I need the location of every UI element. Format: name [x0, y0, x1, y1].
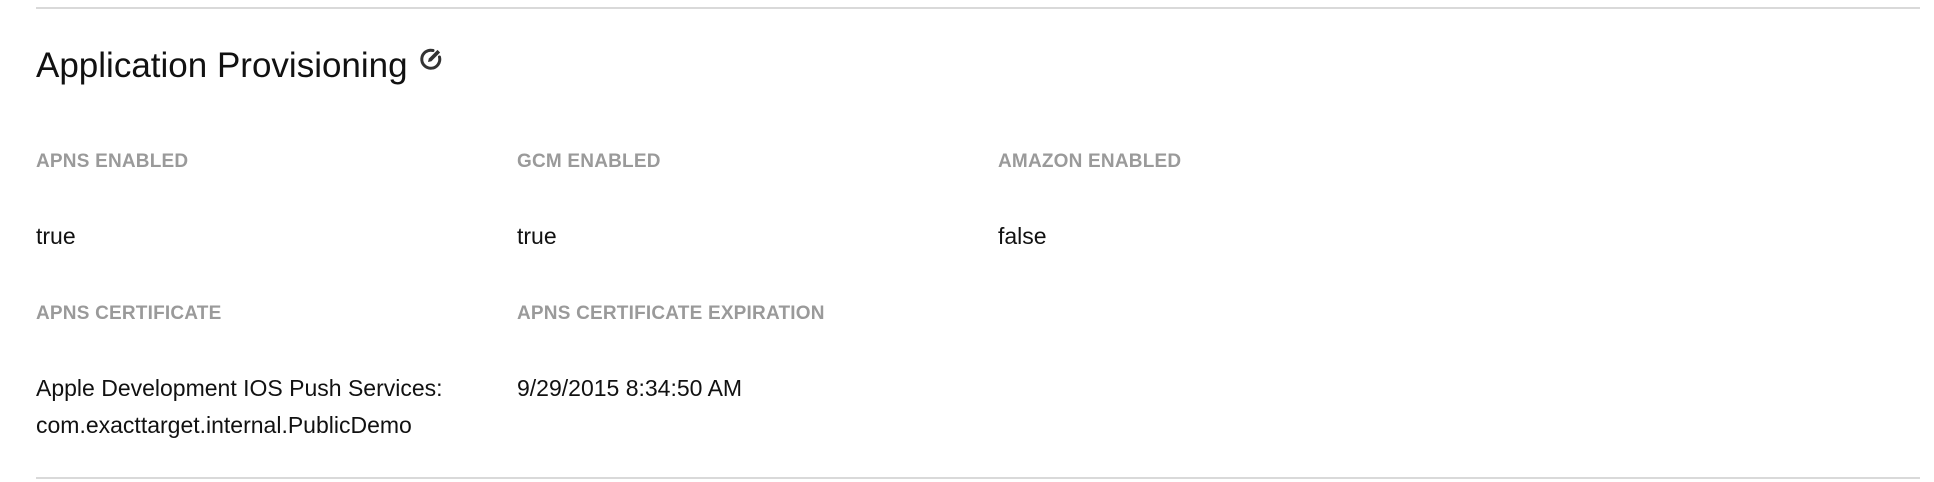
apns-certificate-value: Apple Development IOS Push Services: com… [36, 370, 443, 444]
apns-enabled-value: true [36, 223, 76, 249]
section-title: Application Provisioning [36, 46, 408, 85]
gcm-enabled-label: GCM ENABLED [517, 151, 661, 172]
amazon-enabled-label: AMAZON ENABLED [998, 151, 1182, 172]
apns-certificate-value-line1: Apple Development IOS Push Services: [36, 375, 443, 401]
apns-enabled-label: APNS ENABLED [36, 151, 189, 172]
apns-certificate-label: APNS CERTIFICATE [36, 303, 222, 324]
bottom-divider [36, 477, 1920, 479]
apns-certificate-expiration-label: APNS CERTIFICATE EXPIRATION [517, 303, 825, 324]
section-header: Application Provisioning [36, 48, 444, 83]
gcm-enabled-value: true [517, 223, 557, 249]
top-divider [36, 7, 1920, 9]
apns-certificate-value-line2: com.exacttarget.internal.PublicDemo [36, 412, 412, 438]
amazon-enabled-value: false [998, 223, 1047, 249]
apns-certificate-expiration-value: 9/29/2015 8:34:50 AM [517, 375, 743, 401]
edit-icon[interactable] [418, 46, 444, 72]
